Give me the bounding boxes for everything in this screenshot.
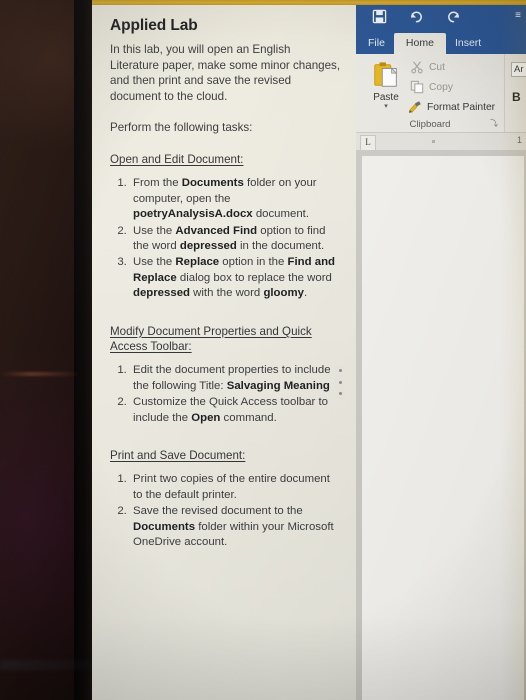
task-text: Save the revised document to the — [133, 505, 303, 518]
task-text: Print two copies of the entire document … — [133, 473, 330, 501]
font-name-input[interactable]: Ar — [511, 62, 526, 77]
emphasis-text: gloomy — [263, 287, 304, 300]
page-title: Applied Lab — [110, 17, 198, 34]
task-text: document. — [252, 208, 310, 221]
task-list: Edit the document properties to include … — [110, 363, 342, 426]
pane-drag-handle[interactable] — [335, 365, 345, 399]
section-heading: Open and Edit Document: — [110, 152, 244, 166]
section-heading: Print and Save Document: — [110, 449, 246, 463]
task-item: Save the revised document to the Documen… — [130, 504, 342, 550]
emphasis-text: Replace — [175, 256, 220, 269]
ruler-mark-label: 1 — [516, 135, 522, 145]
scissors-icon — [411, 61, 423, 74]
redo-icon[interactable] — [446, 9, 461, 24]
desk-light-glint — [0, 372, 78, 376]
emphasis-text: depressed — [179, 240, 237, 252]
section-heading: Modify Document Properties and Quick Acc… — [110, 324, 312, 354]
emphasis-text: Salvaging Meaning — [226, 379, 330, 392]
format-painter-icon — [408, 101, 421, 113]
task-text: Use the — [133, 224, 176, 237]
task-text: option in the — [219, 256, 288, 269]
grip-dot — [338, 380, 342, 384]
task-text: with the word — [189, 287, 264, 300]
clipboard-group-label: Clipboard — [409, 119, 451, 130]
tab-home[interactable]: Home — [393, 33, 446, 54]
task-item: Use the Advanced Find option to find the… — [130, 224, 342, 255]
document-page[interactable] — [362, 156, 524, 700]
emphasis-text: Advanced Find — [175, 224, 258, 237]
task-text: dialog box to replace the word — [176, 271, 332, 284]
save-icon[interactable] — [372, 9, 387, 24]
task-list: From the Documents folder on your comput… — [110, 176, 342, 301]
task-text: command. — [220, 411, 277, 424]
format-painter-label: Format Painter — [427, 101, 496, 113]
perform-tasks-text: Perform the following tasks: — [110, 121, 253, 135]
grip-dot — [338, 392, 342, 395]
task-item: Edit the document properties to include … — [130, 363, 342, 394]
laptop-bezel-edge — [74, 0, 92, 700]
copy-icon — [410, 80, 424, 94]
task-text: Use the — [133, 256, 176, 269]
task-item: Print two copies of the entire document … — [130, 472, 342, 503]
quick-access-more-icon[interactable]: ≡ — [515, 11, 521, 21]
task-list: Print two copies of the entire document … — [110, 472, 342, 550]
task-item: Use the Replace option in the Find and R… — [130, 255, 342, 301]
document-canvas[interactable] — [356, 150, 526, 700]
task-item: Customize the Quick Access toolbar to in… — [130, 395, 342, 426]
paste-dropdown-caret[interactable]: ▾ — [364, 103, 408, 110]
desk-light-glint-lower — [0, 660, 100, 670]
word-title-bar: ≡ — [356, 5, 526, 31]
intro-text: In this lab, you will open an English Li… — [110, 43, 341, 103]
emphasis-text: Documents — [181, 177, 244, 190]
emphasis-text: Documents — [133, 520, 196, 533]
bold-button[interactable]: B — [512, 90, 521, 104]
cut-label: Cut — [429, 61, 446, 73]
word-application-window: ≡ File Home Insert Paste ▾ Cut Copy Form… — [356, 5, 526, 700]
format-painter-button[interactable]: Format Painter — [408, 100, 495, 114]
instructions-pane: Applied Lab In this lab, you will open a… — [92, 5, 356, 700]
task-sections: Open and Edit Document: From the Document… — [110, 152, 342, 551]
emphasis-text: Open — [191, 411, 221, 424]
laptop-screen: Applied Lab In this lab, you will open a… — [92, 5, 526, 700]
font-group: Ar B — [505, 54, 526, 132]
paste-button[interactable]: Paste ▾ — [364, 58, 408, 110]
cut-button[interactable]: Cut — [410, 60, 445, 74]
clipboard-dialog-launcher-icon[interactable]: ⤵ — [490, 118, 498, 129]
emphasis-text: depressed — [133, 287, 190, 300]
grip-dot — [338, 369, 342, 372]
copy-button[interactable]: Copy — [410, 80, 453, 94]
task-text: . — [303, 287, 308, 300]
ribbon: Paste ▾ Cut Copy Format Painter Clipboar… — [356, 54, 526, 133]
quick-access-toolbar — [356, 5, 526, 24]
emphasis-text: poetryAnalysisA.docx — [133, 208, 253, 221]
clipboard-group: Paste ▾ Cut Copy Format Painter Clipboar… — [356, 54, 505, 132]
task-text: From the — [133, 177, 182, 190]
task-text: in the document. — [236, 240, 325, 252]
copy-label: Copy — [429, 81, 454, 93]
paste-icon — [374, 62, 398, 87]
undo-icon[interactable] — [409, 9, 424, 24]
ruler-tick — [432, 140, 435, 143]
task-item: From the Documents folder on your comput… — [130, 176, 342, 222]
tab-insert[interactable]: Insert — [446, 34, 490, 54]
ribbon-tab-bar: File Home Insert — [356, 31, 526, 54]
tab-file[interactable]: File — [359, 34, 394, 54]
tab-stop-selector-icon[interactable]: L — [360, 135, 376, 151]
